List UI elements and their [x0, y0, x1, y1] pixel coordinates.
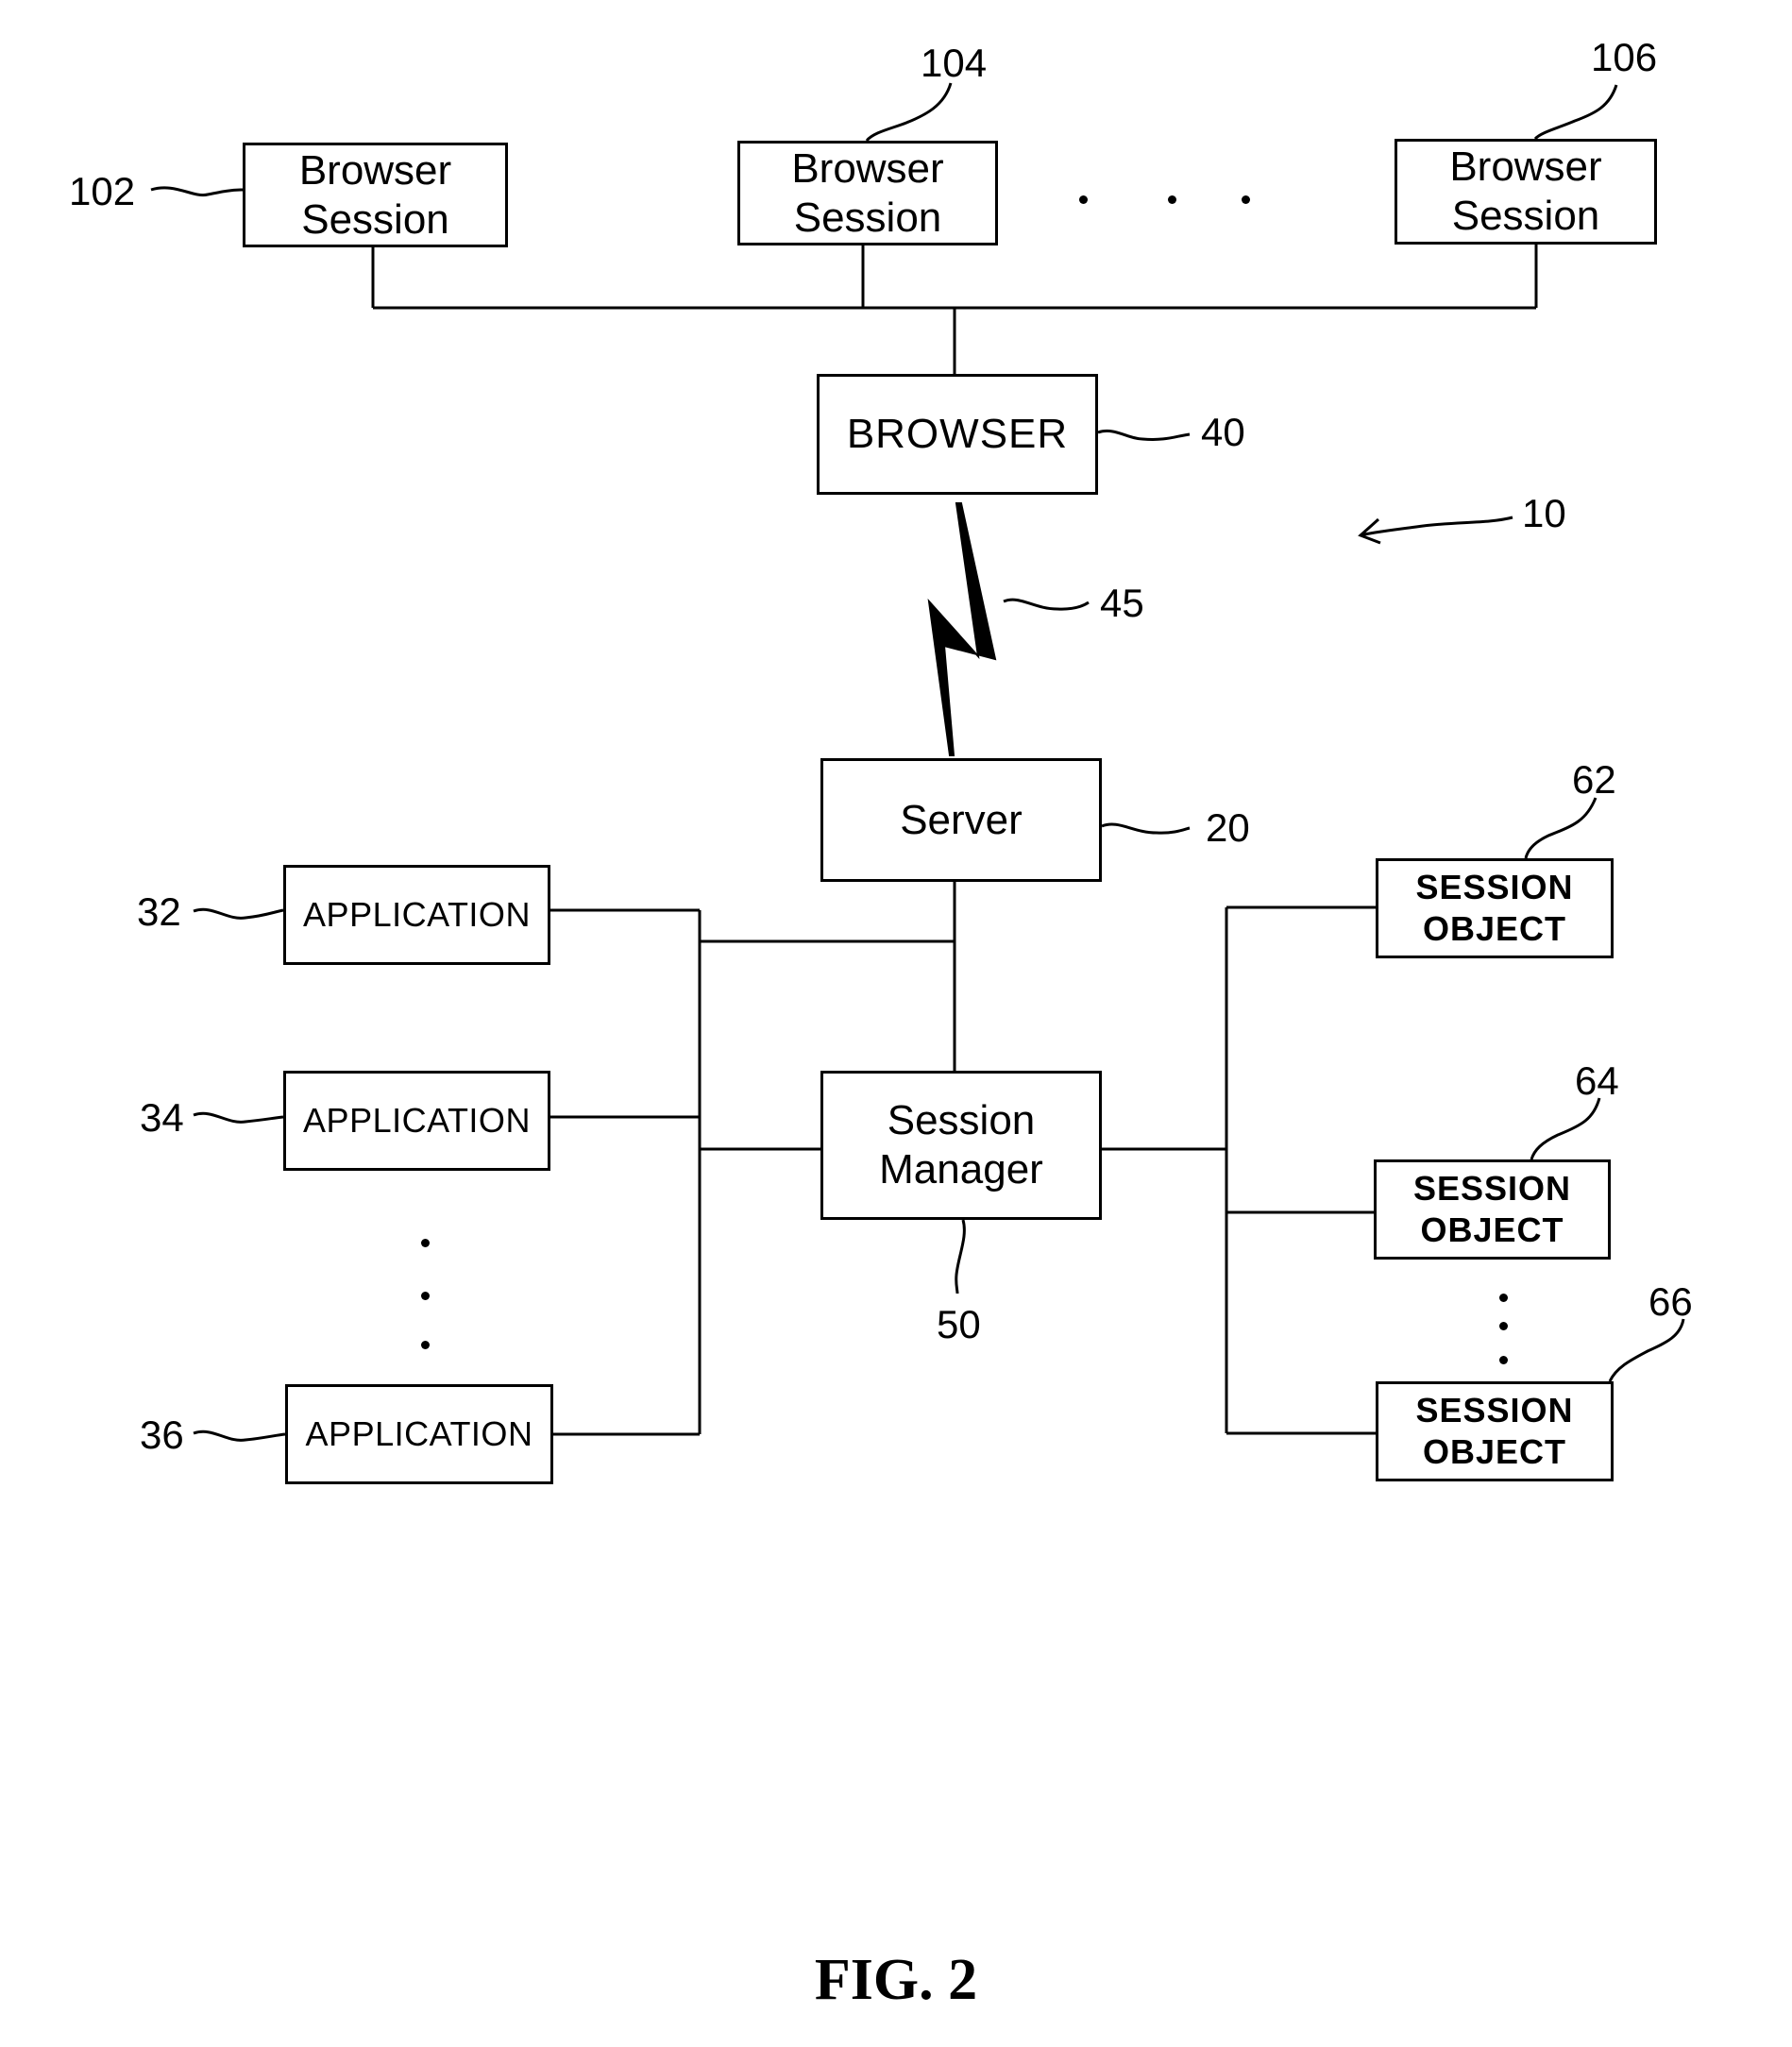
ellipsis-dot [1079, 195, 1088, 204]
application-34[interactable]: APPLICATION [283, 1071, 550, 1171]
ellipsis-dot [421, 1239, 430, 1247]
leader-32 [193, 907, 284, 920]
ellipsis-dot [1499, 1322, 1508, 1330]
session-manager-box[interactable]: Session Manager [820, 1071, 1102, 1220]
browser-session-106[interactable]: Browser Session [1395, 139, 1657, 245]
ellipsis-dot [421, 1292, 430, 1300]
leader-45 [1003, 598, 1090, 611]
ref-label-62: 62 [1572, 757, 1616, 802]
session-object-64-line1: SESSION [1412, 1169, 1572, 1208]
ref-label-106: 106 [1591, 35, 1658, 79]
session-object-66-line2: OBJECT [1422, 1432, 1567, 1471]
leader-66 [1608, 1318, 1685, 1382]
ellipsis-dot [1499, 1356, 1508, 1364]
ref-label-50: 50 [937, 1302, 981, 1346]
browser-label: BROWSER [846, 411, 1069, 457]
browser-session-104-line2: Session [793, 194, 942, 241]
browser-session-102-line1: Browser [298, 146, 452, 194]
browser-session-104-line1: Browser [791, 144, 944, 192]
browser-session-106-line2: Session [1451, 193, 1600, 239]
session-manager-line1: Session [887, 1097, 1036, 1143]
figure-caption: FIG. 2 [814, 1948, 978, 2012]
ellipsis-dot [421, 1341, 430, 1349]
session-object-64-line2: OBJECT [1420, 1210, 1564, 1249]
leader-20 [1101, 822, 1191, 835]
browser-session-104[interactable]: Browser Session [737, 141, 998, 245]
ref-label-36: 36 [140, 1413, 184, 1457]
ref-label-10: 10 [1522, 491, 1566, 535]
application-36-label: APPLICATION [305, 1414, 533, 1453]
lightning-bolt-icon [927, 502, 997, 756]
leader-34 [193, 1111, 284, 1124]
leader-62 [1524, 797, 1598, 859]
ref-label-40: 40 [1201, 410, 1245, 454]
leader-106 [1533, 84, 1618, 141]
ref-label-64: 64 [1575, 1058, 1619, 1103]
leader-36 [193, 1430, 286, 1442]
ref-label-45: 45 [1100, 581, 1144, 625]
browser-session-106-line1: Browser [1449, 144, 1602, 190]
browser-session-102[interactable]: Browser Session [243, 143, 508, 247]
session-object-62-line2: OBJECT [1422, 909, 1567, 948]
session-object-66-line1: SESSION [1415, 1391, 1574, 1430]
session-object-64[interactable]: SESSION OBJECT [1374, 1159, 1611, 1260]
ref-label-66: 66 [1648, 1279, 1693, 1324]
session-manager-line2: Manager [879, 1146, 1043, 1193]
ref-label-102: 102 [69, 169, 136, 213]
leader-50 [955, 1219, 966, 1294]
leader-40 [1097, 430, 1191, 441]
session-object-66[interactable]: SESSION OBJECT [1376, 1381, 1614, 1481]
application-34-label: APPLICATION [303, 1101, 531, 1140]
ref-label-104: 104 [921, 41, 988, 85]
ref-label-32: 32 [137, 889, 181, 934]
leader-104 [865, 82, 953, 143]
ellipsis-dot [1499, 1294, 1508, 1302]
ellipsis-dot [1242, 195, 1250, 204]
server-box[interactable]: Server [820, 758, 1102, 882]
server-label: Server [900, 796, 1023, 843]
application-32-label: APPLICATION [303, 895, 531, 934]
leader-102 [150, 186, 244, 197]
connector-lines [150, 82, 1685, 1442]
session-object-62-line1: SESSION [1415, 868, 1574, 906]
ref-label-20: 20 [1206, 805, 1250, 850]
browser-session-102-line2: Session [301, 195, 449, 243]
ref-label-34: 34 [140, 1095, 184, 1140]
leader-64 [1530, 1097, 1601, 1160]
browser-box[interactable]: BROWSER [817, 374, 1098, 495]
ellipsis-dot [1168, 195, 1176, 204]
application-32[interactable]: APPLICATION [283, 865, 550, 965]
session-object-62[interactable]: SESSION OBJECT [1376, 858, 1614, 958]
application-36[interactable]: APPLICATION [285, 1384, 553, 1484]
arrow-10-shaft [1360, 516, 1513, 537]
